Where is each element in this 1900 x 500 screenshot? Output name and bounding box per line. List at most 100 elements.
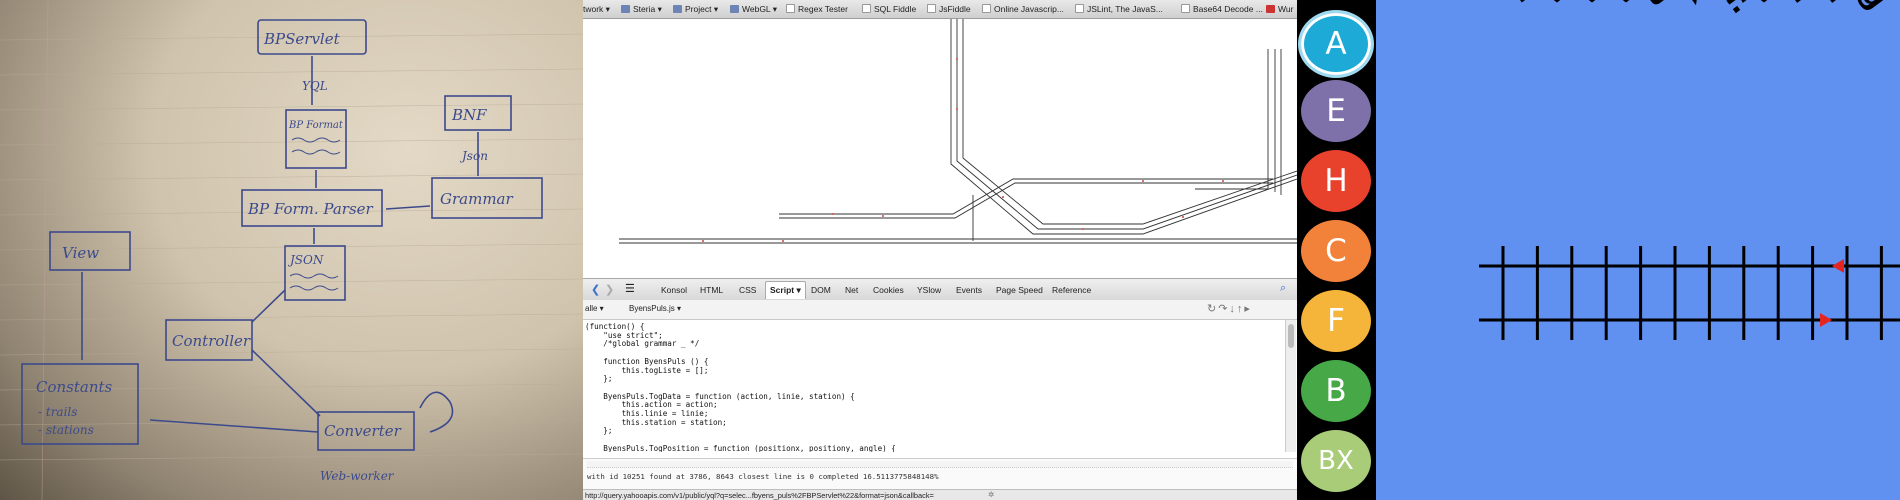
console-line-faded	[587, 461, 1293, 468]
line-button-a[interactable]: A	[1298, 10, 1374, 78]
line-button-e[interactable]: E	[1301, 80, 1371, 142]
bookmark-item[interactable]: JsFiddle	[927, 4, 971, 14]
sketch-box-label: BNF	[451, 106, 487, 124]
bookmark-item[interactable]: Regex Tester	[786, 4, 848, 14]
sketch-box-label: JSON	[287, 253, 324, 267]
bookmark-label: twork	[583, 4, 604, 14]
bookmark-label: JSLint, The JavaS...	[1087, 4, 1163, 14]
tab-html[interactable]: HTML	[700, 285, 723, 295]
sketch-box-label: BP Form. Parser	[247, 200, 374, 218]
page-icon	[1181, 4, 1190, 13]
bookmark-item[interactable]: twork ▾	[583, 4, 610, 15]
code-line: "use strict";	[585, 330, 663, 340]
bookmark-label: SQL Fiddle	[874, 4, 917, 14]
bookmark-item[interactable]: SQL Fiddle	[862, 4, 916, 14]
rail-track-drawing	[619, 19, 1297, 244]
tab-script[interactable]: Script ▾	[765, 281, 806, 299]
bookmark-item[interactable]: Wur	[1266, 4, 1293, 14]
status-bar: http://query.yahooapis.com/v1/public/yql…	[583, 489, 1297, 500]
sketch-box-label: Converter	[324, 422, 402, 440]
line-button-b[interactable]: B	[1301, 360, 1371, 422]
track-diagram	[1479, 246, 1900, 340]
page-icon	[1075, 4, 1084, 13]
sketch-list-item: - stations	[38, 423, 94, 437]
scrollbar-thumb[interactable]	[1288, 324, 1294, 348]
back-arrow-icon[interactable]: ❮	[591, 283, 600, 296]
bookmark-label: Project	[685, 4, 712, 14]
line-selector: A E H C F B BX	[1297, 0, 1376, 500]
tab-dom[interactable]: DOM	[811, 285, 831, 295]
page-icon	[1266, 5, 1275, 13]
line-button-f[interactable]: F	[1301, 290, 1371, 352]
script-source-panel[interactable]: (function() { "use strict"; /*global gra…	[583, 320, 1283, 452]
tab-cookies[interactable]: Cookies	[873, 285, 904, 295]
page-icon	[862, 4, 871, 13]
firebug-toolbar: ❮ ❯ ☰ Konsol HTML CSS Script ▾ DOM Net C…	[583, 278, 1297, 301]
tab-css[interactable]: CSS	[739, 285, 756, 295]
bookmark-folder[interactable]: WebGL ▾	[730, 4, 777, 15]
folder-icon	[621, 5, 630, 13]
bookmark-label: Regex Tester	[798, 4, 848, 14]
page-icon	[786, 4, 795, 13]
sketch-edge-label: Json	[459, 149, 488, 163]
script-scope-select[interactable]: alle ▾	[585, 304, 604, 313]
line-button-h[interactable]: H	[1301, 150, 1371, 212]
debugger-controls-icon[interactable]: ↻↷↓↑▸	[1207, 302, 1252, 315]
sketch-box-label: Controller	[172, 332, 251, 350]
code-line: (function() {	[585, 322, 645, 331]
sketch-edge-label: Web-worker	[320, 469, 395, 483]
forward-arrow-icon[interactable]: ❯	[605, 283, 614, 296]
sketch-box-label: BPServlet	[263, 30, 341, 48]
code-line: this.station = station;	[585, 417, 727, 427]
bookmarks-bar: twork ▾ Steria ▾ Project ▾ WebGL ▾ Regex…	[583, 0, 1297, 19]
code-line: };	[585, 374, 613, 384]
script-file-value: ByensPuls.js	[629, 304, 675, 313]
train-marker[interactable]	[1832, 259, 1844, 273]
code-line: function ByensPuls () {	[585, 356, 709, 366]
code-line: this.togListe = [];	[585, 365, 709, 375]
sketch-box-label: View	[62, 244, 99, 262]
rail-map-canvas[interactable]	[583, 19, 1297, 274]
sketch-photo: BPServlet BP Format BNF BP Form. Parser …	[0, 0, 583, 500]
tab-konsol[interactable]: Konsol	[661, 285, 687, 295]
script-file-select[interactable]: ByensPuls.js ▾	[629, 304, 681, 313]
bookmark-label: Steria	[633, 4, 656, 14]
search-icon[interactable]: ⌕	[1280, 282, 1286, 295]
script-scope-value: alle	[585, 304, 598, 313]
tab-net[interactable]: Net	[845, 285, 858, 295]
browser-window: twork ▾ Steria ▾ Project ▾ WebGL ▾ Regex…	[583, 0, 1297, 500]
bookmark-folder[interactable]: Steria ▾	[621, 4, 662, 15]
sketch-box-label: Constants	[36, 378, 113, 396]
bookmark-item[interactable]: Online Javascrip...	[982, 4, 1064, 14]
train-marker[interactable]	[1820, 313, 1832, 327]
folder-icon	[730, 5, 739, 13]
status-url: http://query.yahooapis.com/v1/public/yql…	[585, 491, 934, 500]
bookmark-label: Wur	[1278, 4, 1294, 14]
tab-events[interactable]: Events	[956, 285, 982, 295]
sketch-edge-label: YQL	[302, 79, 328, 93]
page-icon	[927, 4, 936, 13]
menu-icon[interactable]: ☰	[625, 282, 635, 295]
line-button-c[interactable]: C	[1301, 220, 1371, 282]
sketch-box-label: Grammar	[440, 190, 513, 208]
bookmark-item[interactable]: Base64 Decode ...	[1181, 4, 1263, 14]
sketch-box-label: BP Format	[288, 120, 344, 131]
tab-reference[interactable]: Reference	[1052, 285, 1091, 295]
code-line: this.linie = linie;	[585, 409, 709, 418]
line-button-bx[interactable]: BX	[1301, 430, 1371, 492]
code-scrollbar[interactable]	[1285, 320, 1296, 452]
bookmark-label: Base64 Decode ...	[1193, 4, 1263, 14]
bookmark-item[interactable]: JSLint, The JavaS...	[1075, 4, 1163, 14]
script-subtoolbar: alle ▾ ByensPuls.js ▾ ↻↷↓↑▸	[583, 300, 1297, 320]
code-line: ByensPuls.TogData = function (action, li…	[585, 391, 855, 401]
console-line: with id 10251 found at 3786, 8643 closes…	[587, 472, 939, 481]
sketch-drawing: BPServlet BP Format BNF BP Form. Parser …	[0, 0, 583, 500]
bookmark-folder[interactable]: Project ▾	[673, 4, 718, 15]
tab-page-speed[interactable]: Page Speed	[996, 285, 1043, 295]
code-line: };	[585, 426, 613, 436]
code-line: this.action = action;	[585, 400, 718, 410]
loading-spinner-icon: ✲	[988, 490, 995, 499]
tab-yslow[interactable]: YSlow	[917, 285, 941, 295]
folder-icon	[673, 5, 682, 13]
tab-script-label: Script	[770, 285, 795, 295]
